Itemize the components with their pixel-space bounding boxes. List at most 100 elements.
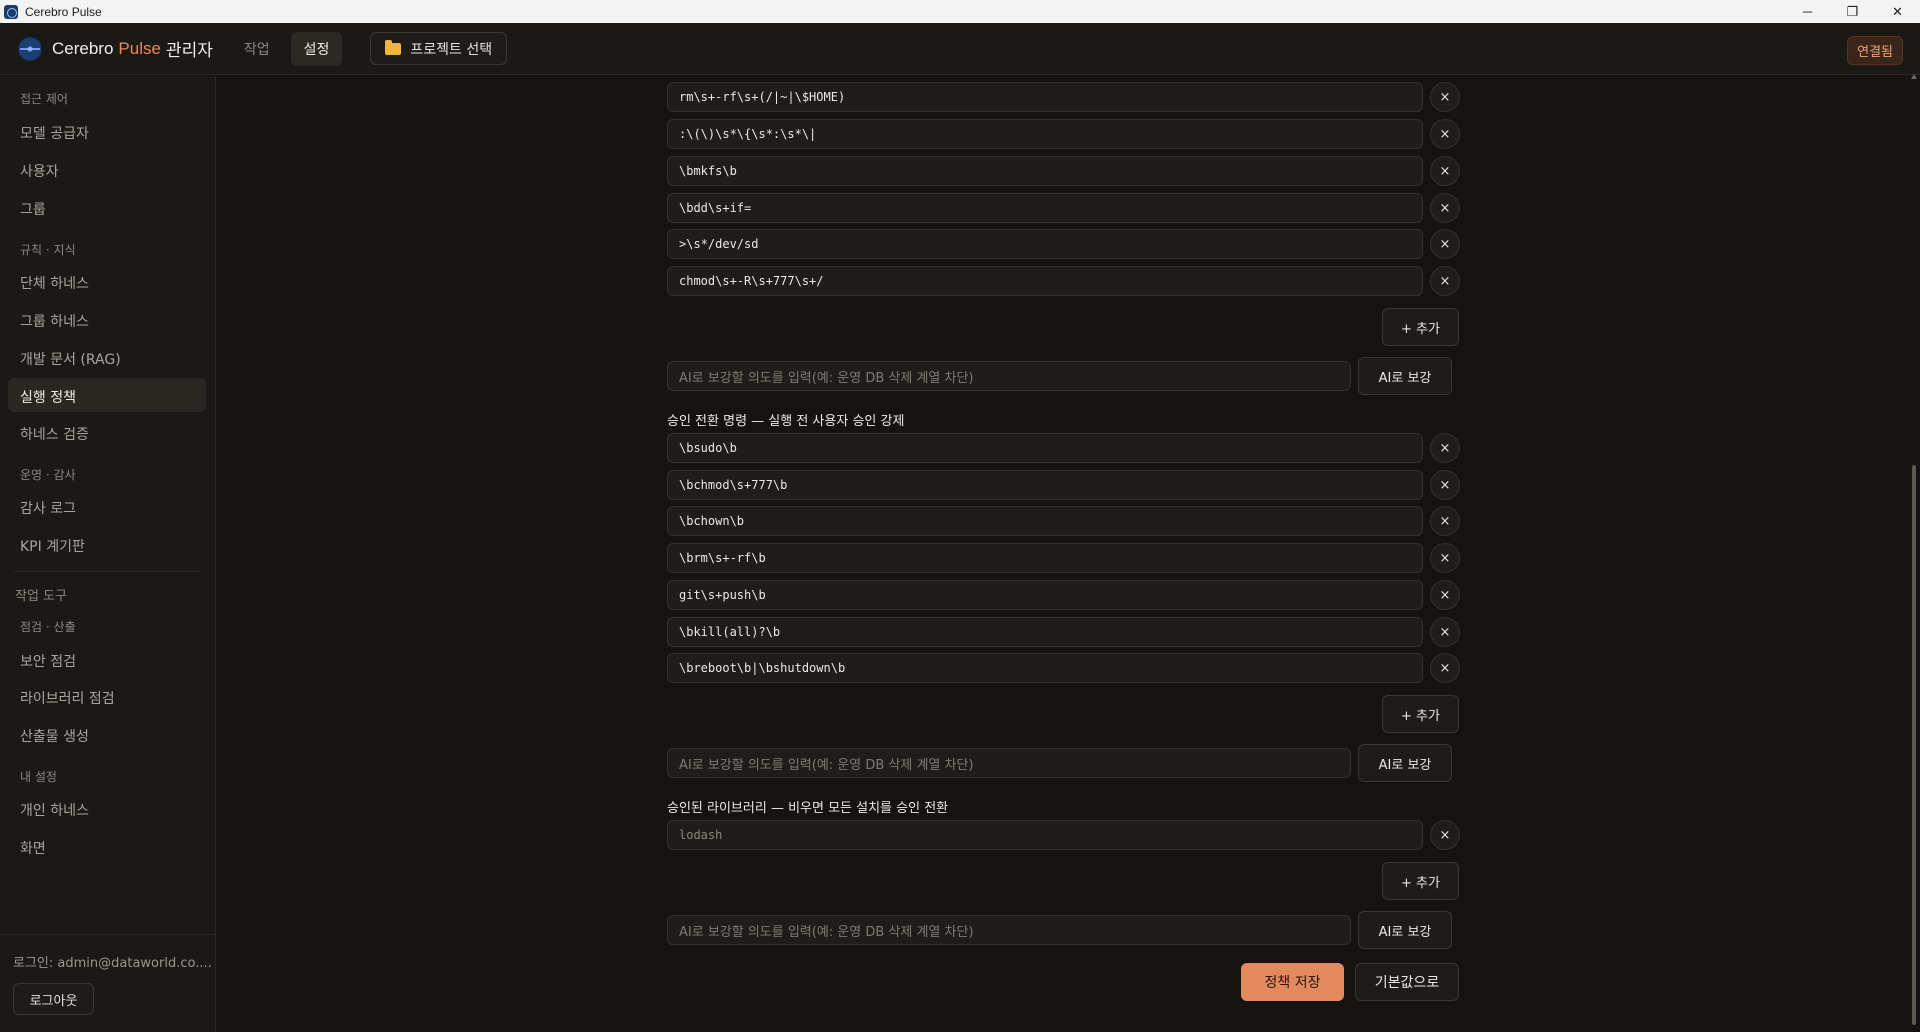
ai-enhance-button[interactable]: AI로 보강: [1358, 744, 1452, 782]
blocked-rule-input[interactable]: \bmkfs\b: [667, 156, 1423, 186]
remove-rule-button[interactable]: ×: [1430, 119, 1460, 149]
add-library-button[interactable]: + 추가: [1382, 862, 1459, 900]
window-title-bar: Cerebro Pulse ─ ❐ ✕: [0, 0, 1920, 23]
sidebar-item-exec-policy[interactable]: 실행 정책: [20, 387, 76, 407]
remove-rule-button[interactable]: ×: [1430, 193, 1460, 223]
scroll-up-arrow-icon[interactable]: [1911, 74, 1917, 79]
window-title: Cerebro Pulse: [25, 4, 102, 19]
save-policy-button[interactable]: 정책 저장: [1241, 963, 1344, 1001]
sidebar-item-library-check[interactable]: 라이브러리 점검: [20, 688, 115, 708]
remove-rule-button[interactable]: ×: [1430, 506, 1460, 536]
approval-rule-row: \breboot\b|\bshutdown\b ×: [667, 653, 1460, 683]
approval-rule-row: \bsudo\b ×: [667, 433, 1460, 463]
sidebar-item-kpi[interactable]: KPI 계기판: [20, 536, 85, 556]
sidebar-divider: [14, 571, 200, 572]
window-controls: ─ ❐ ✕: [1785, 0, 1920, 23]
add-blocked-rule-button[interactable]: + 추가: [1382, 308, 1459, 346]
remove-rule-button[interactable]: ×: [1430, 433, 1460, 463]
approval-rule-input[interactable]: git\s+push\b: [667, 580, 1423, 610]
minimize-icon[interactable]: ─: [1785, 0, 1830, 23]
approval-rule-input[interactable]: \brm\s+-rf\b: [667, 543, 1423, 573]
reset-defaults-button[interactable]: 기본값으로: [1355, 963, 1459, 1001]
sidebar-item-dev-docs[interactable]: 개발 문서 (RAG): [20, 349, 121, 369]
remove-library-button[interactable]: ×: [1430, 820, 1460, 850]
sidebar-item-model-providers[interactable]: 모델 공급자: [20, 123, 89, 143]
sidebar-footer-divider: [0, 934, 216, 935]
sidebar-item-harness-verify[interactable]: 하네스 검증: [20, 424, 89, 444]
remove-rule-button[interactable]: ×: [1430, 617, 1460, 647]
ai-intent-input[interactable]: AI로 보강할 의도를 입력(예: 운영 DB 삭제 계열 차단): [667, 915, 1351, 945]
close-icon[interactable]: ✕: [1875, 0, 1920, 23]
tab-work[interactable]: 작업: [231, 32, 283, 66]
brand-name: Cerebro: [52, 38, 114, 58]
sidebar-item-users[interactable]: 사용자: [20, 161, 59, 181]
library-input[interactable]: lodash: [667, 820, 1423, 850]
connection-status-badge: 연결됨: [1847, 36, 1903, 65]
approval-rule-input[interactable]: \bkill(all)?\b: [667, 617, 1423, 647]
sidebar-item-display[interactable]: 화면: [20, 838, 46, 858]
blocked-rule-input[interactable]: rm\s+-rf\s+(/|~|\$HOME): [667, 82, 1423, 112]
sidebar: 접근 제어 모델 공급자 사용자 그룹 규칙 · 지식 단체 하네스 그룹 하네…: [0, 76, 216, 1032]
remove-rule-button[interactable]: ×: [1430, 82, 1460, 112]
approval-rule-row: \brm\s+-rf\b ×: [667, 543, 1460, 573]
sidebar-item-artifact-gen[interactable]: 산출물 생성: [20, 726, 89, 746]
ai-intent-input[interactable]: AI로 보강할 의도를 입력(예: 운영 DB 삭제 계열 차단): [667, 361, 1351, 391]
logout-button[interactable]: 로그아웃: [13, 983, 94, 1015]
library-section-title: 승인된 라이브러리 — 비우면 모든 설치를 승인 전환: [667, 801, 949, 816]
app-header: Cerebro Pulse 관리자 작업 설정 프로젝트 선택 연결됨: [0, 23, 1920, 75]
sidebar-item-group-harness[interactable]: 그룹 하네스: [20, 311, 89, 331]
sidebar-section-access: 접근 제어: [20, 92, 68, 106]
approval-rule-row: \bchmod\s+777\b ×: [667, 470, 1460, 500]
app-icon: [4, 4, 18, 19]
blocked-rule-input[interactable]: \bdd\s+if=: [667, 193, 1423, 223]
sidebar-item-audit-log[interactable]: 감사 로그: [20, 498, 76, 518]
maximize-icon[interactable]: ❐: [1830, 0, 1875, 23]
remove-rule-button[interactable]: ×: [1430, 470, 1460, 500]
sidebar-item-groups[interactable]: 그룹: [20, 199, 46, 219]
sidebar-item-org-harness[interactable]: 단체 하네스: [20, 273, 89, 293]
blocked-rule-row: \bdd\s+if= ×: [667, 193, 1460, 223]
brain-logo-icon: [18, 36, 42, 61]
project-select-button[interactable]: 프로젝트 선택: [370, 32, 508, 65]
sidebar-section-inspect: 점검 · 산출: [20, 620, 76, 634]
blocked-rule-row: chmod\s+-R\s+777\s+/ ×: [667, 266, 1460, 296]
approval-rule-row: \bchown\b ×: [667, 506, 1460, 536]
blocked-rule-input[interactable]: chmod\s+-R\s+777\s+/: [667, 266, 1423, 296]
blocked-rule-input[interactable]: >\s*/dev/sd: [667, 229, 1423, 259]
remove-rule-button[interactable]: ×: [1430, 543, 1460, 573]
approval-rule-row: git\s+push\b ×: [667, 580, 1460, 610]
brand-pulse: Pulse: [118, 38, 161, 58]
remove-rule-button[interactable]: ×: [1430, 653, 1460, 683]
ai-enhance-button[interactable]: AI로 보강: [1358, 911, 1452, 949]
remove-rule-button[interactable]: ×: [1430, 229, 1460, 259]
brand-suffix: 관리자: [165, 41, 213, 60]
library-row: lodash ×: [667, 820, 1460, 850]
sidebar-item-personal-harness[interactable]: 개인 하네스: [20, 800, 89, 820]
remove-rule-button[interactable]: ×: [1430, 580, 1460, 610]
approval-rule-input[interactable]: \breboot\b|\bshutdown\b: [667, 653, 1423, 683]
sidebar-item-security-check[interactable]: 보안 점검: [20, 651, 76, 671]
approval-rule-input[interactable]: \bchown\b: [667, 506, 1423, 536]
sidebar-section-my-settings: 내 설정: [20, 770, 57, 784]
approval-rule-input[interactable]: \bsudo\b: [667, 433, 1423, 463]
sidebar-section-ops: 운영 · 감사: [20, 468, 76, 482]
remove-rule-button[interactable]: ×: [1430, 266, 1460, 296]
approval-rule-row: \bkill(all)?\b ×: [667, 617, 1460, 647]
sidebar-section-tools: 작업 도구: [15, 589, 67, 604]
login-info: 로그인: admin@dataworld.co....: [13, 956, 212, 971]
blocked-rule-input[interactable]: :\(\)\s*\{\s*:\s*\|: [667, 119, 1423, 149]
approval-rule-input[interactable]: \bchmod\s+777\b: [667, 470, 1423, 500]
project-select-label: 프로젝트 선택: [410, 41, 493, 58]
blocked-rule-row: >\s*/dev/sd ×: [667, 229, 1460, 259]
approval-section-title: 승인 전환 명령 — 실행 전 사용자 승인 강제: [667, 414, 905, 429]
add-approval-rule-button[interactable]: + 추가: [1382, 695, 1459, 733]
scrollbar-thumb[interactable]: [1912, 465, 1916, 1025]
brand: Cerebro Pulse 관리자: [18, 36, 213, 61]
tab-settings[interactable]: 설정: [290, 31, 343, 66]
ai-intent-input[interactable]: AI로 보강할 의도를 입력(예: 운영 DB 삭제 계열 차단): [667, 748, 1351, 778]
folder-icon: [385, 39, 402, 55]
blocked-rule-row: \bmkfs\b ×: [667, 156, 1460, 186]
ai-enhance-button[interactable]: AI로 보강: [1358, 357, 1452, 395]
remove-rule-button[interactable]: ×: [1430, 156, 1460, 186]
blocked-rule-row: :\(\)\s*\{\s*:\s*\| ×: [667, 119, 1460, 149]
